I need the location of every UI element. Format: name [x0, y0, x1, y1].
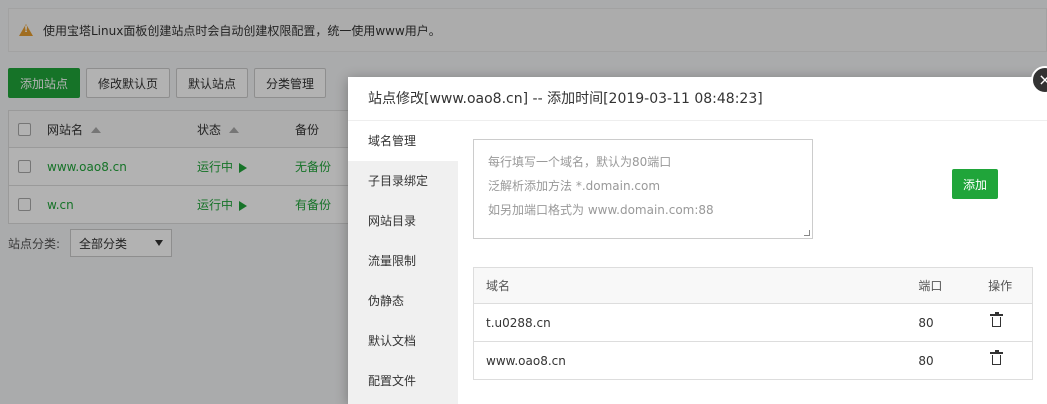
modal-sidebar: 域名管理 子目录绑定 网站目录 流量限制 伪静态 默认文档 配置文件 — [348, 121, 458, 404]
site-edit-modal: 站点修改[www.oao8.cn] -- 添加时间[2019-03-11 08:… — [348, 77, 1047, 404]
tab-subdirectory-binding[interactable]: 子目录绑定 — [348, 161, 458, 201]
domain-input-area: 每行填写一个域名，默认为80端口 泛解析添加方法 *.domain.com 如另… — [473, 139, 1033, 239]
header-domain: 域名 — [486, 279, 511, 293]
table-row: t.u0288.cn 80 — [474, 303, 1032, 341]
header-operation: 操作 — [988, 279, 1013, 293]
tab-default-document[interactable]: 默认文档 — [348, 321, 458, 361]
trash-icon[interactable] — [990, 311, 1004, 327]
add-domain-button[interactable]: 添加 — [952, 169, 998, 199]
tab-config-file[interactable]: 配置文件 — [348, 361, 458, 401]
domain-cell: www.oao8.cn — [486, 353, 566, 368]
resize-handle-icon[interactable] — [804, 230, 810, 236]
op-cell — [988, 349, 1032, 368]
domain-cell: t.u0288.cn — [486, 315, 551, 330]
textarea-placeholder-line: 泛解析添加方法 *.domain.com — [488, 179, 661, 193]
tab-site-directory[interactable]: 网站目录 — [348, 201, 458, 241]
port-cell: 80 — [918, 315, 934, 330]
modal-title: 站点修改[www.oao8.cn] -- 添加时间[2019-03-11 08:… — [348, 77, 1047, 121]
table-row: www.oao8.cn 80 — [474, 341, 1032, 379]
header-port: 端口 — [918, 279, 943, 293]
domain-table-header: 域名 端口 操作 — [474, 268, 1032, 303]
tab-traffic-limit[interactable]: 流量限制 — [348, 241, 458, 281]
domain-table: 域名 端口 操作 t.u0288.cn 80 www.oao8.cn 80 — [473, 267, 1033, 380]
tab-domain-management[interactable]: 域名管理 — [348, 121, 458, 161]
op-cell — [988, 311, 1032, 330]
tab-rewrite[interactable]: 伪静态 — [348, 281, 458, 321]
textarea-placeholder-line: 如另加端口格式为 www.domain.com:88 — [488, 203, 714, 217]
domain-textarea[interactable]: 每行填写一个域名，默认为80端口 泛解析添加方法 *.domain.com 如另… — [473, 139, 813, 239]
port-cell: 80 — [918, 353, 934, 368]
trash-icon[interactable] — [990, 349, 1004, 365]
textarea-placeholder-line: 每行填写一个域名，默认为80端口 — [488, 155, 672, 169]
